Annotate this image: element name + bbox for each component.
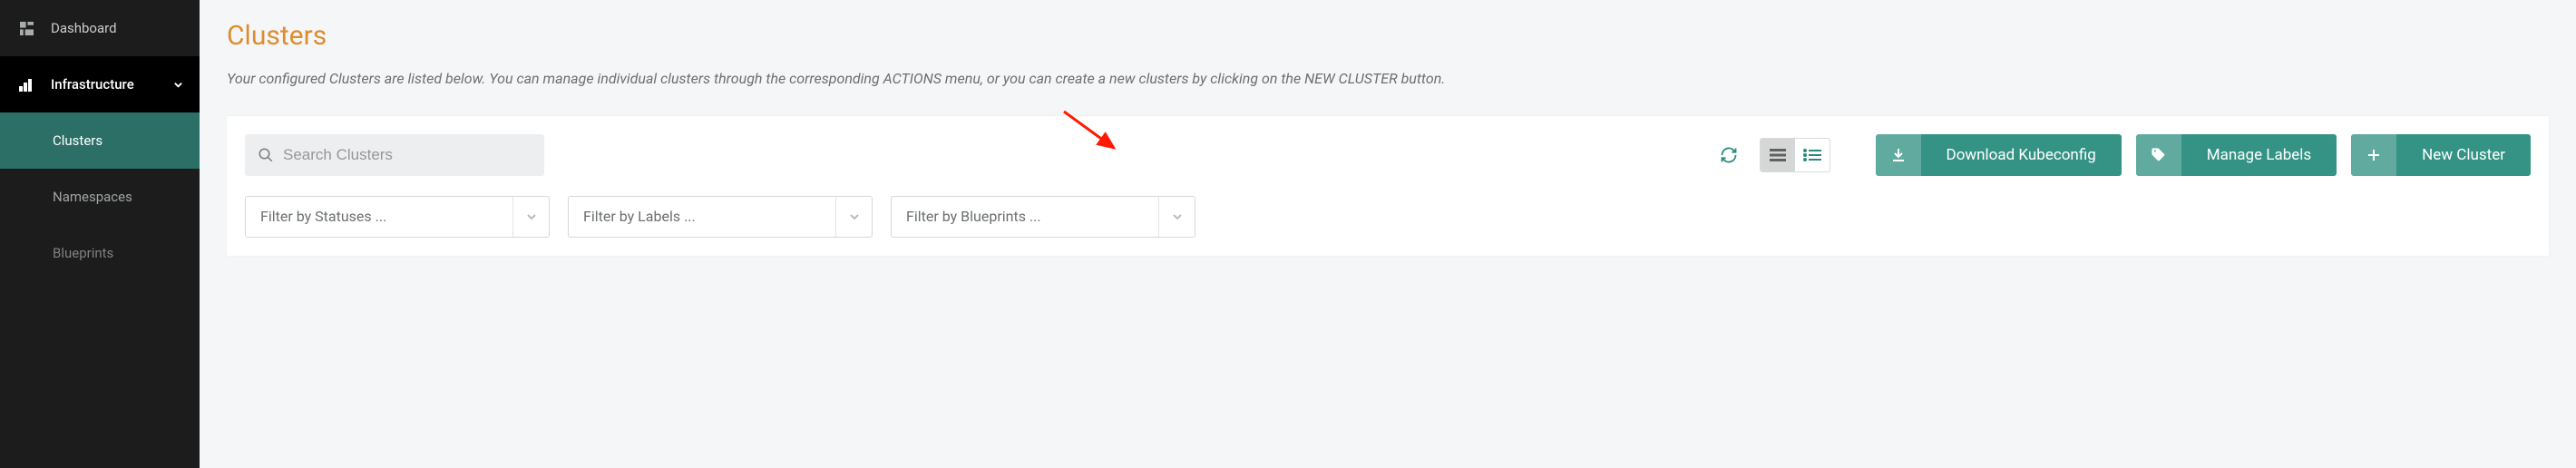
select-placeholder: Filter by Blueprints ... (892, 208, 1158, 225)
chevron-down-icon (1158, 197, 1195, 237)
sidebar-item-infrastructure[interactable]: Infrastructure (0, 56, 200, 112)
page-description: Your configured Clusters are listed belo… (227, 68, 2549, 91)
sidebar-item-label: Dashboard (51, 20, 117, 36)
sidebar-item-dashboard[interactable]: Dashboard (0, 0, 200, 56)
view-grid-button[interactable] (1761, 139, 1795, 171)
chevron-down-icon (835, 197, 872, 237)
button-label: Download Kubeconfig (1921, 146, 2122, 164)
new-cluster-button[interactable]: New Cluster (2351, 134, 2531, 176)
tag-icon (2136, 134, 2181, 176)
page-title: Clusters (227, 20, 2549, 52)
search-input-container[interactable] (245, 134, 544, 176)
filter-statuses-select[interactable]: Filter by Statuses ... (245, 196, 550, 238)
select-placeholder: Filter by Labels ... (569, 208, 835, 225)
chevron-down-icon (512, 197, 549, 237)
plus-icon (2351, 134, 2396, 176)
download-kubeconfig-button[interactable]: Download Kubeconfig (1876, 134, 2122, 176)
chevron-down-icon (173, 80, 183, 90)
toolbar: Download Kubeconfig Manage Labels New Cl… (245, 134, 2531, 176)
search-input[interactable] (283, 146, 532, 164)
sidebar-item-label: Infrastructure (51, 76, 134, 93)
sidebar-item-clusters[interactable]: Clusters (0, 112, 200, 169)
filter-blueprints-select[interactable]: Filter by Blueprints ... (891, 196, 1195, 238)
filter-row: Filter by Statuses ... Filter by Labels … (245, 196, 2531, 238)
sidebar-item-label: Namespaces (53, 189, 132, 205)
refresh-button[interactable] (1712, 139, 1745, 171)
clusters-panel: Download Kubeconfig Manage Labels New Cl… (227, 116, 2549, 256)
download-icon (1876, 134, 1921, 176)
filter-labels-select[interactable]: Filter by Labels ... (568, 196, 873, 238)
button-label: Manage Labels (2181, 146, 2337, 164)
main-content: Clusters Your configured Clusters are li… (200, 0, 2576, 468)
manage-labels-button[interactable]: Manage Labels (2136, 134, 2337, 176)
infrastructure-icon (16, 77, 36, 92)
search-icon (258, 147, 274, 163)
select-placeholder: Filter by Statuses ... (246, 208, 512, 225)
sidebar-item-blueprints[interactable]: Blueprints (0, 225, 200, 281)
view-toggle (1760, 138, 1830, 172)
button-label: New Cluster (2396, 146, 2531, 164)
view-list-button[interactable] (1795, 139, 1830, 171)
sidebar-item-namespaces[interactable]: Namespaces (0, 169, 200, 225)
sidebar-item-label: Clusters (53, 132, 102, 149)
sidebar: Dashboard Infrastructure Clusters Namesp… (0, 0, 200, 468)
dashboard-icon (16, 22, 36, 35)
sidebar-item-label: Blueprints (53, 245, 113, 261)
